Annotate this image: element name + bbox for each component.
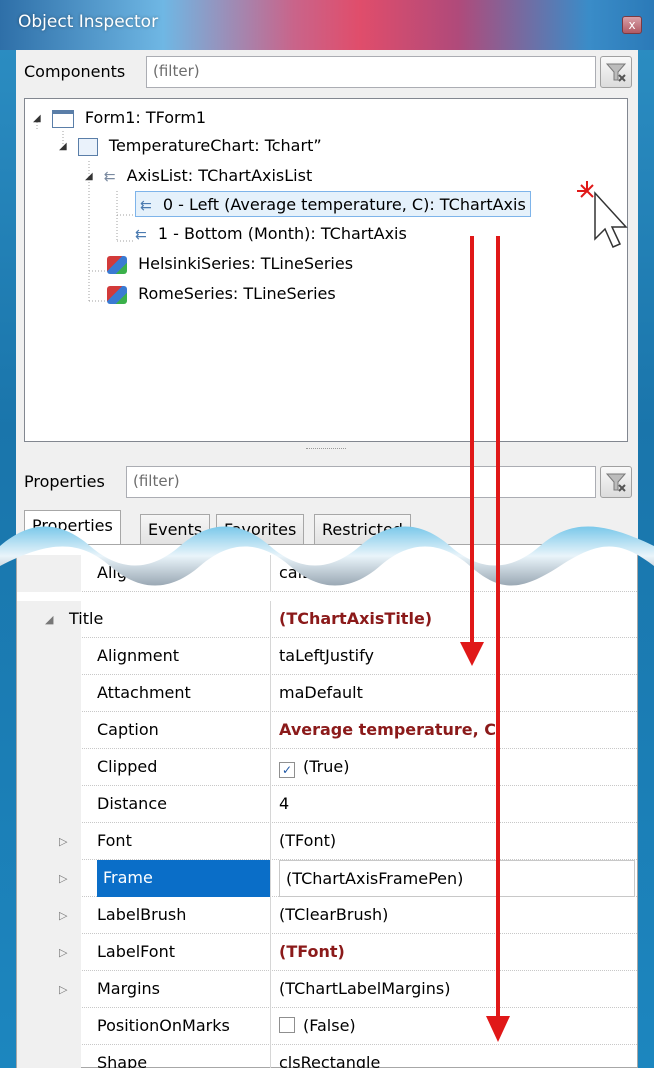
collapse-triangle-icon[interactable]: ◢ [59,134,67,160]
property-value: (True) [303,757,350,776]
row-gutter [17,897,81,934]
tree-node-label: TemperatureChart: Tchart” [108,136,322,155]
tree-node-label: HelsinkiSeries: TLineSeries [138,254,354,273]
components-filter-row: Components (filter) [16,50,638,94]
grid-row-alignment[interactable]: Alignment taLeftJustify [17,638,637,675]
tree-node-temperaturechart[interactable]: ◢ TemperatureChart: Tchart” [59,133,322,159]
row-gutter [17,934,81,971]
property-grid[interactable]: Alignment calLeft ◢ Title (TChartAxisTit… [16,544,638,1068]
grid-row-margins[interactable]: ▷ Margins (TChartLabelMargins) [17,971,637,1008]
series-icon [107,255,127,274]
object-inspector-window: Object Inspector x Components (filter) ◢… [0,0,654,1068]
checked-checkbox-icon[interactable]: ✓ [279,762,295,778]
grid-row-attachment[interactable]: Attachment maDefault [17,675,637,712]
grid-row-labelfont[interactable]: ▷ LabelFont (TFont) [17,934,637,971]
components-filter-input[interactable]: (filter) [146,56,596,88]
expand-closed-icon[interactable]: ▷ [59,872,67,885]
property-name: Frame [97,860,271,897]
collapse-triangle-icon[interactable]: ◢ [33,106,41,132]
form-icon [51,109,74,128]
property-name: Attachment [97,675,271,712]
row-gutter [17,638,81,675]
grid-row-clipped[interactable]: Clipped ✓ (True) [17,749,637,786]
annotation-arrows [460,236,510,1042]
property-name: PositionOnMarks [97,1008,271,1045]
grid-row-distance[interactable]: Distance 4 [17,786,637,823]
title-bar[interactable]: Object Inspector x [0,0,654,50]
pane-splitter[interactable] [306,448,346,452]
grid-row-title[interactable]: ◢ Title (TChartAxisTitle) [17,601,637,638]
axis-list-icon: ⇇ [103,168,116,185]
row-gutter [17,971,81,1008]
collapse-triangle-icon[interactable]: ◢ [85,164,93,190]
expand-closed-icon[interactable]: ▷ [59,983,67,996]
property-name: LabelFont [97,934,271,971]
property-name: Font [97,823,271,860]
properties-label: Properties [24,472,105,491]
tree-node-axislist[interactable]: ◢ ⇇ AxisList: TChartAxisList [85,163,312,189]
components-filter-button[interactable] [600,56,632,88]
property-value: (False) [303,1016,356,1035]
row-gutter [17,1008,81,1045]
tree-node-rome[interactable]: RomeSeries: TLineSeries [107,281,336,307]
properties-filter-row: Properties (filter) [16,460,638,504]
expand-open-icon[interactable]: ◢ [45,613,53,626]
tree-node-label: RomeSeries: TLineSeries [138,284,336,303]
tree-node-label: 0 - Left (Average temperature, C): TChar… [162,195,526,214]
property-name: Alignment [97,638,271,675]
property-name: LabelBrush [97,897,271,934]
property-name: Clipped [97,749,271,786]
filter-icon [605,473,627,492]
properties-filter-button[interactable] [600,466,632,498]
tree-node-axis-bottom[interactable]: ⇇ 1 - Bottom (Month): TChartAxis [135,221,407,247]
row-gutter [17,823,81,860]
close-button[interactable]: x [622,16,642,34]
grid-row-font[interactable]: ▷ Font (TFont) [17,823,637,860]
tree-node-label: Form1: TForm1 [84,108,207,127]
grid-row-shape[interactable]: Shape clsRectangle [17,1045,637,1068]
row-gutter [17,749,81,786]
tree-node-form1[interactable]: ◢ Form1: TForm1 [33,105,206,131]
row-gutter [17,860,81,897]
chart-icon [77,137,98,156]
tree-node-helsinki[interactable]: HelsinkiSeries: TLineSeries [107,251,353,277]
tree-node-label: 1 - Bottom (Month): TChartAxis [157,224,407,243]
series-icon [107,285,127,304]
row-gutter [17,1045,81,1068]
property-name: Distance [97,786,271,823]
property-name: Caption [97,712,271,749]
unchecked-checkbox-icon[interactable] [279,1017,295,1033]
grid-row-labelbrush[interactable]: ▷ LabelBrush (TClearBrush) [17,897,637,934]
axis-icon: ⇇ [135,226,147,243]
components-label: Components [24,62,126,81]
row-gutter [17,786,81,823]
expand-closed-icon[interactable]: ▷ [59,909,67,922]
property-name: Margins [97,971,271,1008]
property-name: Shape [97,1045,271,1068]
component-tree[interactable]: ◢ Form1: TForm1 ◢ TemperatureChart: Tcha… [24,98,628,442]
row-gutter [17,712,81,749]
property-name: Title [69,601,271,638]
grid-row-positiononmarks[interactable]: PositionOnMarks (False) [17,1008,637,1045]
filter-icon [605,63,627,82]
expand-closed-icon[interactable]: ▷ [59,946,67,959]
expand-closed-icon[interactable]: ▷ [59,835,67,848]
window-title: Object Inspector [18,12,159,32]
tree-node-label: AxisList: TChartAxisList [126,166,313,185]
grid-row-frame[interactable]: ▷ Frame (TChartAxisFramePen) [17,860,637,897]
row-gutter [17,675,81,712]
axis-icon: ⇇ [140,197,152,214]
tree-node-axis-left[interactable]: ⇇ 0 - Left (Average temperature, C): TCh… [135,191,531,217]
wavy-cut-ribbon [0,526,654,586]
mouse-cursor-icon [577,181,628,248]
grid-row-caption[interactable]: Caption Average temperature, C [17,712,637,749]
